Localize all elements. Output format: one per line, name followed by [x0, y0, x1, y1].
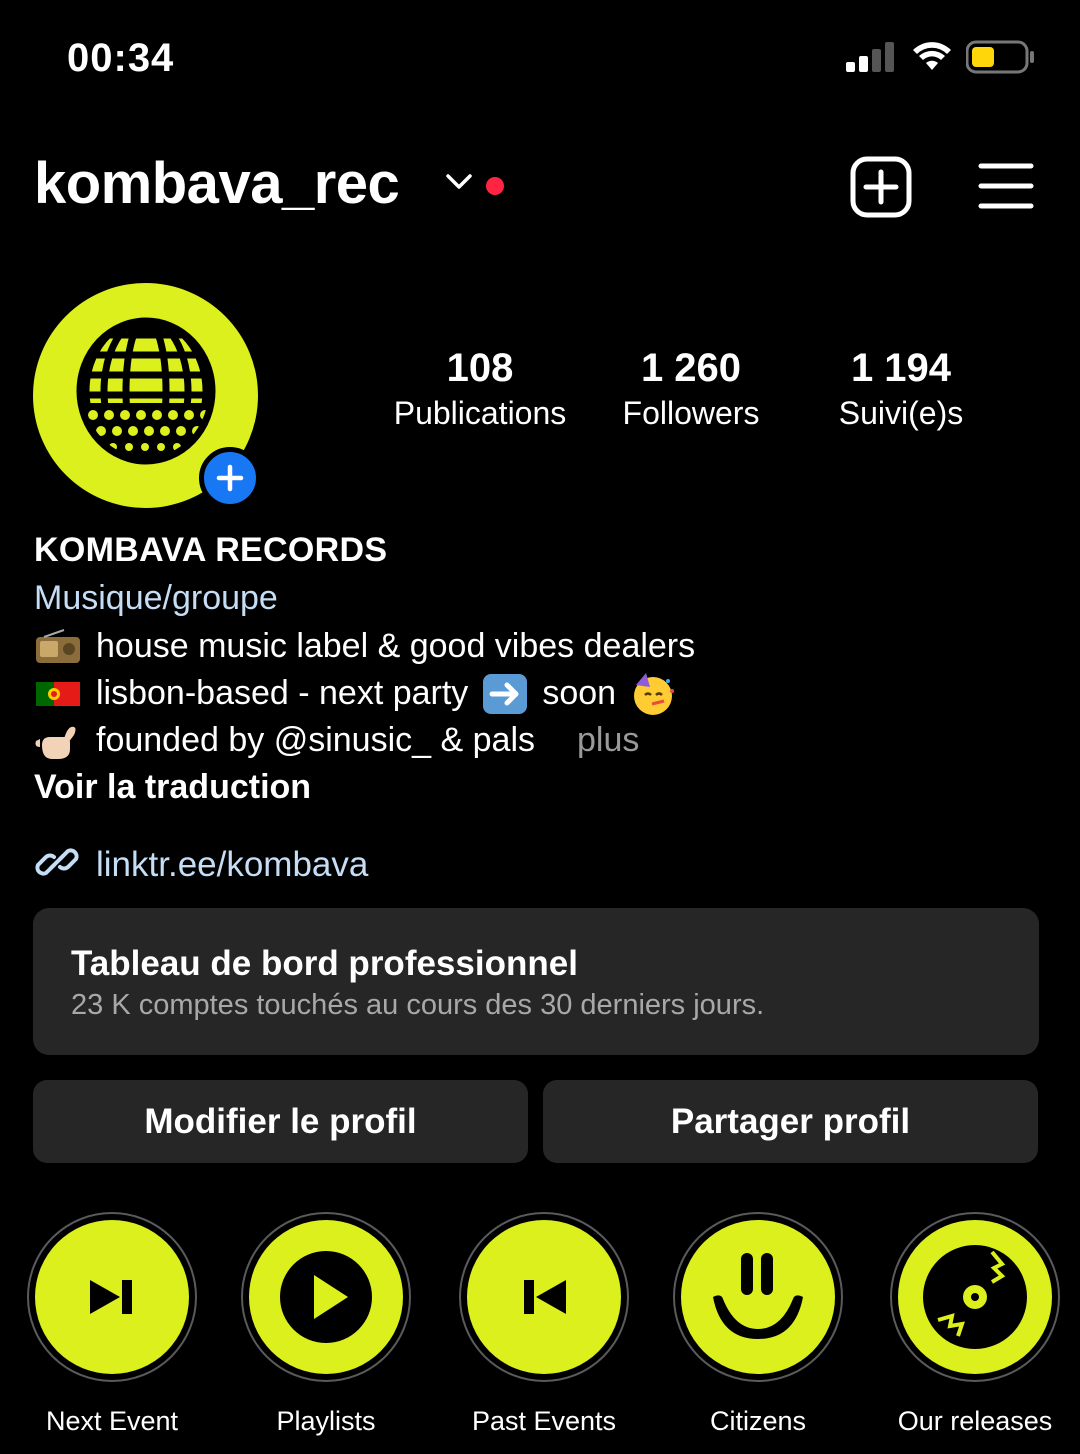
plus-icon — [216, 464, 244, 492]
portugal-flag-icon — [34, 676, 82, 712]
previous-icon — [524, 1280, 566, 1314]
highlight-label: Past Events — [471, 1406, 617, 1436]
display-name: KOMBAVA RECORDS — [34, 531, 388, 569]
bio-line: founded by @sinusic_ & pals plus — [34, 717, 1044, 764]
stat-followers[interactable]: 1 260 Followers — [596, 343, 786, 433]
radio-icon — [34, 628, 82, 665]
bio-text: house music label & good vibes dealers — [96, 627, 696, 665]
highlight-our-releases[interactable]: Our releases — [875, 1212, 1075, 1437]
status-icons — [846, 40, 1036, 79]
stat-value: 1 194 — [850, 346, 952, 390]
highlight-label: Citizens — [709, 1406, 807, 1436]
bio-text: soon — [542, 674, 617, 712]
stat-label: Followers — [622, 395, 760, 431]
professional-dashboard[interactable]: Tableau de bord professionnel 23 K compt… — [33, 908, 1039, 1055]
status-time: 00:34 — [67, 36, 175, 80]
party-face-icon — [630, 671, 676, 717]
highlight-cover — [681, 1220, 835, 1374]
wifi-icon — [912, 42, 952, 77]
stat-following[interactable]: 1 194 Suivi(e)s — [806, 343, 996, 433]
translate-link[interactable]: Voir la traduction — [34, 764, 1044, 811]
highlight-ring — [890, 1212, 1060, 1382]
share-profile-button[interactable]: Partager profil — [543, 1080, 1038, 1163]
bio-line: lisbon-based - next party soon — [34, 670, 1044, 717]
more-link[interactable]: plus — [577, 717, 639, 764]
next-icon — [90, 1280, 132, 1314]
highlight-label: Playlists — [276, 1406, 376, 1436]
bio-section: KOMBAVA RECORDS Musique/groupe house mus… — [34, 527, 1044, 811]
highlight-ring — [241, 1212, 411, 1382]
add-story-button[interactable] — [199, 447, 261, 509]
highlight-ring — [673, 1212, 843, 1382]
bio-text: lisbon-based - next party — [96, 674, 469, 712]
menu-icon[interactable] — [978, 162, 1034, 215]
signal-icon — [846, 42, 898, 77]
highlight-ring — [459, 1212, 629, 1382]
stat-label: Publications — [393, 395, 567, 431]
edit-profile-button[interactable]: Modifier le profil — [33, 1080, 528, 1163]
stat-value: 1 260 — [640, 346, 742, 390]
bio-text: founded by @sinusic_ & pals — [96, 721, 535, 759]
highlight-next-event[interactable]: Next Event — [12, 1212, 212, 1437]
stat-publications[interactable]: 108 Publications — [380, 343, 580, 433]
smiley-icon — [713, 1253, 803, 1339]
link-text: linktr.ee/kombava — [96, 844, 369, 884]
notification-dot — [486, 177, 504, 195]
highlight-ring — [27, 1212, 197, 1382]
dashboard-subtitle: 23 K comptes touchés au cours des 30 der… — [71, 989, 765, 1021]
profile-screen: 00:34 kombava_rec 108 Publications 1 260… — [0, 0, 1080, 1454]
category-label: Musique/groupe — [34, 579, 278, 617]
call-me-hand-icon — [34, 723, 82, 759]
stat-value: 108 — [446, 346, 514, 390]
highlight-label: Our releases — [897, 1406, 1053, 1436]
vinyl-icon — [923, 1245, 1027, 1349]
link-icon — [34, 839, 80, 890]
highlight-cover — [898, 1220, 1052, 1374]
dashboard-title: Tableau de bord professionnel — [71, 944, 578, 983]
new-post-icon[interactable] — [850, 156, 912, 223]
battery-icon — [965, 40, 1036, 79]
highlight-label: Next Event — [45, 1406, 179, 1436]
bio-line: house music label & good vibes dealers — [34, 623, 1044, 670]
bio-link[interactable]: linktr.ee/kombava — [34, 839, 368, 890]
right-arrow-icon — [482, 673, 528, 715]
highlight-past-events[interactable]: Past Events — [444, 1212, 644, 1437]
highlight-cover — [249, 1220, 403, 1374]
highlight-cover — [35, 1220, 189, 1374]
username[interactable]: kombava_rec — [34, 150, 400, 217]
highlight-playlists[interactable]: Playlists — [226, 1212, 426, 1437]
play-icon — [280, 1251, 372, 1343]
stat-label: Suivi(e)s — [838, 395, 964, 431]
highlight-cover — [467, 1220, 621, 1374]
chevron-down-icon[interactable] — [445, 172, 473, 197]
highlight-citizens[interactable]: Citizens — [658, 1212, 858, 1437]
